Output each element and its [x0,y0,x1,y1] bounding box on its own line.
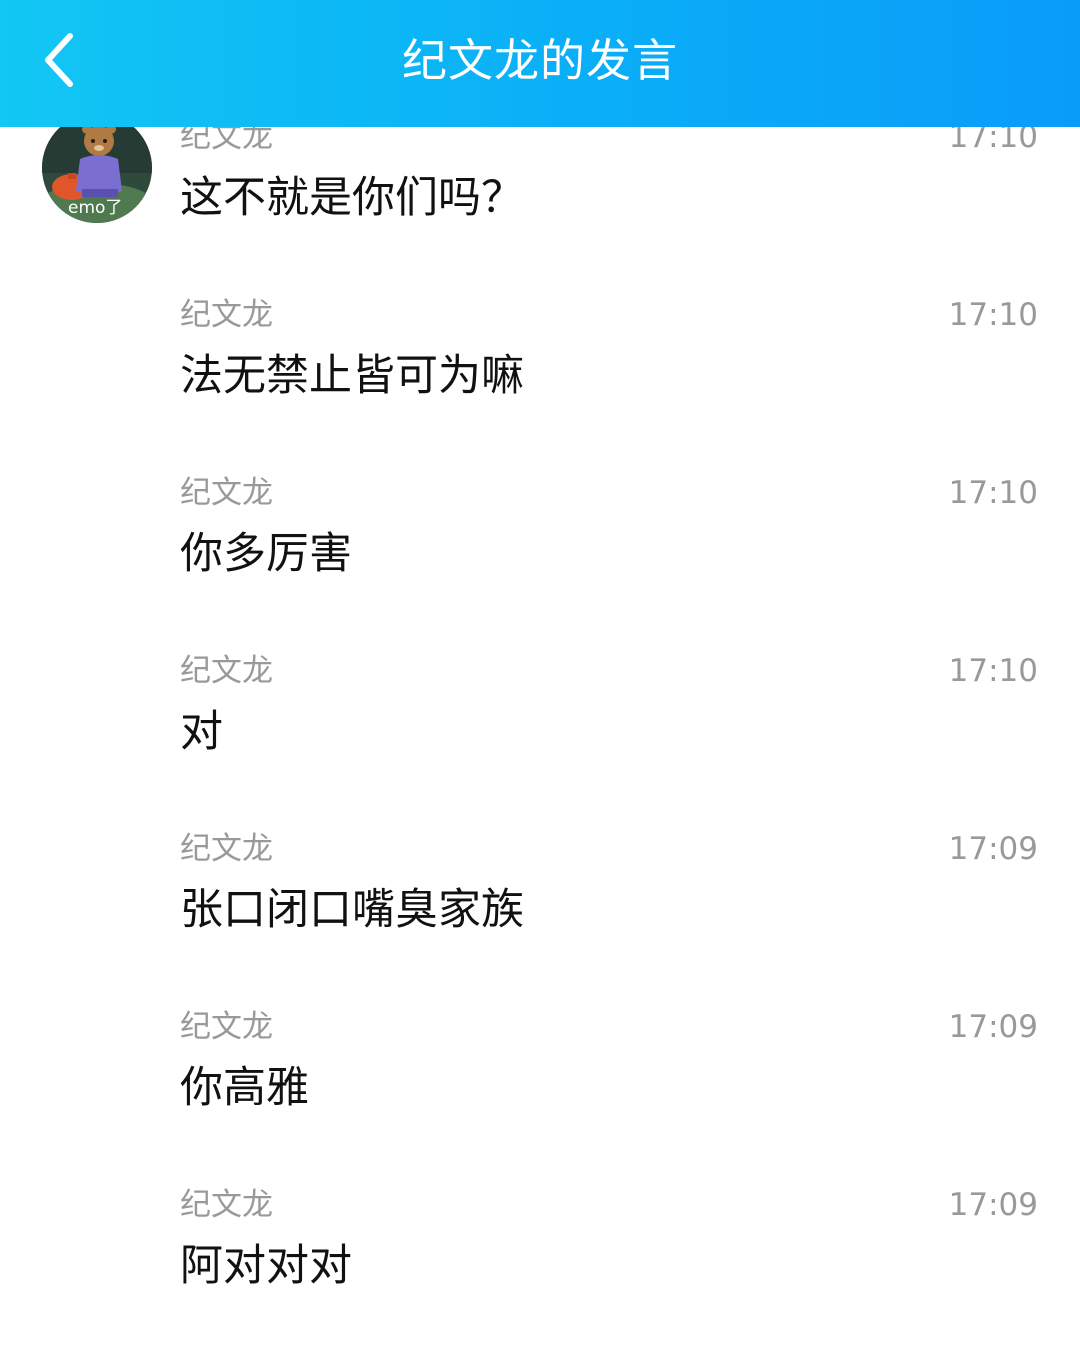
page-title: 纪文龙的发言 [401,34,678,87]
message-sender: 纪文龙 [180,1187,273,1223]
list-item[interactable]: 纪文龙 17:10 这不就是你们吗？ [0,117,1080,295]
list-item[interactable]: 纪文龙 17:10 法无禁止皆可为嘛 [0,295,1080,473]
message-sender: 纪文龙 [180,475,273,511]
list-item[interactable]: 纪文龙 17:10 对 [0,651,1080,829]
message-time: 17:10 [948,297,1038,333]
message-text: 法无禁止皆可为嘛 [180,351,524,401]
top-bar: 纪文龙的发言 [0,0,1080,127]
message-text: 阿对对对 [180,1241,352,1291]
message-time: 17:09 [948,1009,1038,1045]
message-sender: 纪文龙 [180,1009,273,1045]
list-item[interactable]: 纪文龙 17:09 张口闭口嘴臭家族 [0,829,1080,1007]
message-text: 这不就是你们吗？ [180,173,524,223]
message-list[interactable]: emo了 纪文龙 17:10 这不就是你们吗？ 纪文龙 17:10 法无禁止皆可… [0,0,1080,1360]
message-time: 17:10 [948,653,1038,689]
message-time: 17:09 [948,831,1038,867]
message-time: 17:10 [948,475,1038,511]
chat-history-page: emo了 纪文龙 17:10 这不就是你们吗？ 纪文龙 17:10 法无禁止皆可… [0,0,1080,1360]
list-item[interactable]: 纪文龙 17:09 你高雅 [0,1007,1080,1185]
message-sender: 纪文龙 [180,297,273,333]
message-time: 17:09 [948,1187,1038,1223]
list-item[interactable]: 纪文龙 17:09 阿对对对 [0,1185,1080,1360]
message-sender: 纪文龙 [180,831,273,867]
message-text: 张口闭口嘴臭家族 [180,885,524,935]
message-text: 你多厉害 [180,529,352,579]
message-text: 你高雅 [180,1063,309,1113]
message-text: 对 [180,707,223,757]
list-item[interactable]: 纪文龙 17:10 你多厉害 [0,473,1080,651]
message-sender: 纪文龙 [180,653,273,689]
